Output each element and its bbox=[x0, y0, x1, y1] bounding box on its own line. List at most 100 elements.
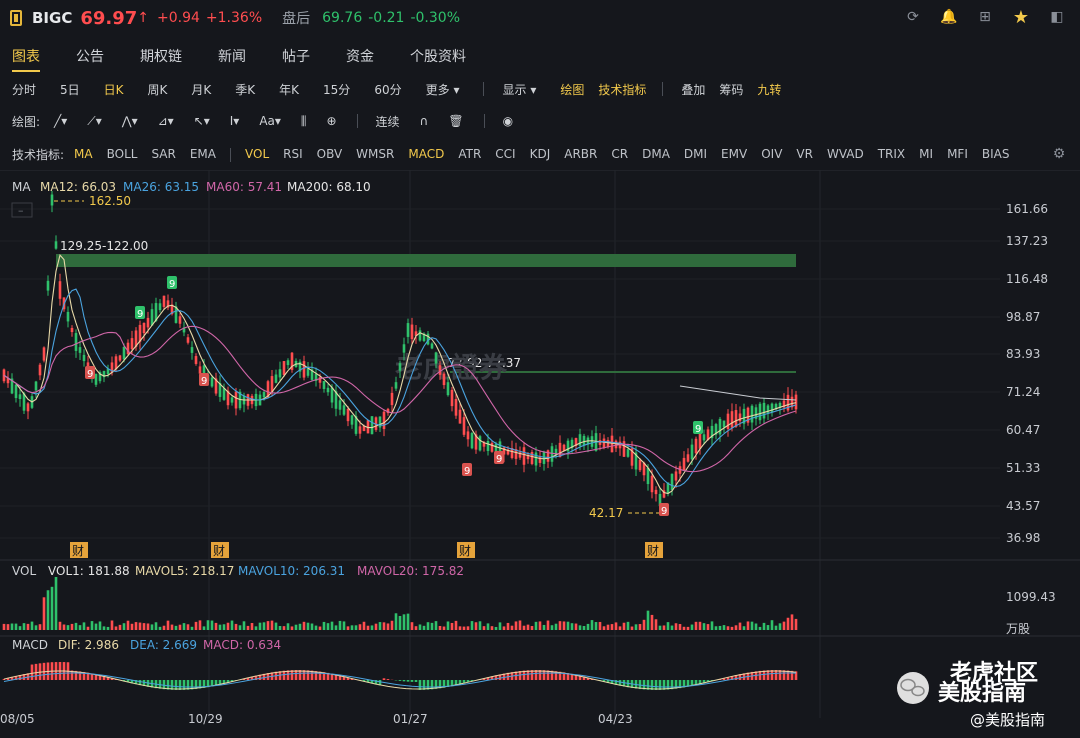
indicator-mfi[interactable]: MFI bbox=[947, 147, 968, 162]
volume-bar bbox=[478, 621, 482, 630]
indicator-kdj[interactable]: KDJ bbox=[530, 147, 551, 162]
grid-icon[interactable]: ⊞ bbox=[976, 8, 994, 26]
volume-bar bbox=[110, 620, 114, 630]
volume-bar bbox=[658, 625, 662, 630]
indicator-oiv[interactable]: OIV bbox=[761, 147, 782, 162]
indicator-vol[interactable]: VOL bbox=[245, 147, 269, 162]
candle-body bbox=[270, 376, 274, 392]
tab-news[interactable]: 新闻 bbox=[218, 38, 246, 74]
display-menu[interactable]: 显示 ▾ bbox=[502, 81, 536, 98]
indicator-dmi[interactable]: DMI bbox=[684, 147, 707, 162]
eye-icon[interactable]: ◉ bbox=[503, 114, 513, 128]
volume-bar bbox=[310, 623, 314, 630]
volume-bar bbox=[738, 622, 742, 630]
period-more[interactable]: 更多 ▾ bbox=[426, 81, 460, 98]
volume-bar bbox=[414, 626, 418, 630]
panel-icon[interactable]: ◧ bbox=[1048, 8, 1066, 26]
period-15m[interactable]: 15分 bbox=[323, 81, 350, 98]
indicator-dma[interactable]: DMA bbox=[642, 147, 670, 162]
bell-icon[interactable]: 🔔 bbox=[940, 8, 958, 26]
stock-chart[interactable]: 129.25-122.00 77.92-77.37 老虎證券 162.50 42… bbox=[0, 170, 1080, 738]
fib-tool-icon[interactable]: ⊿▾ bbox=[158, 114, 174, 128]
indicator-arbr[interactable]: ARBR bbox=[564, 147, 597, 162]
period-5d[interactable]: 5日 bbox=[60, 81, 80, 98]
arrow-tool-icon[interactable]: ↖▾ bbox=[194, 114, 210, 128]
tech-indicator-toggle[interactable]: 技术指标 bbox=[598, 81, 646, 98]
indicator-wvad[interactable]: WVAD bbox=[827, 147, 864, 162]
after-hours-change: -0.21 bbox=[368, 10, 405, 26]
tab-profile[interactable]: 个股资料 bbox=[410, 38, 466, 74]
candle-body bbox=[390, 392, 394, 406]
divider bbox=[662, 82, 664, 96]
indicator-obv[interactable]: OBV bbox=[317, 147, 343, 162]
period-60m[interactable]: 60分 bbox=[374, 81, 401, 98]
indicator-cci[interactable]: CCI bbox=[495, 147, 515, 162]
vol-legend-label: VOL bbox=[12, 564, 36, 578]
indicator-rsi[interactable]: RSI bbox=[283, 147, 303, 162]
indicator-ma[interactable]: MA bbox=[74, 147, 93, 162]
candle-body bbox=[654, 489, 658, 495]
wave-tool-icon[interactable]: ⋀▾ bbox=[122, 114, 138, 128]
period-intraday[interactable]: 分时 bbox=[12, 81, 36, 98]
text-tool-icon[interactable]: Aa▾ bbox=[259, 114, 281, 128]
indicator-boll[interactable]: BOLL bbox=[107, 147, 138, 162]
indicator-vr[interactable]: VR bbox=[796, 147, 813, 162]
settings-gear-icon[interactable]: ⚙ bbox=[1050, 145, 1068, 163]
volume-bar bbox=[598, 621, 602, 630]
text-cursor-icon[interactable]: I▾ bbox=[230, 114, 240, 128]
draw-toggle[interactable]: 绘图 bbox=[560, 81, 584, 98]
candle-body bbox=[274, 374, 278, 383]
line-tool-icon[interactable]: ╱▾ bbox=[54, 114, 67, 128]
period-weekly[interactable]: 周K bbox=[148, 81, 168, 98]
polyline-tool-icon[interactable]: ⟋▾ bbox=[87, 114, 101, 129]
period-monthly[interactable]: 月K bbox=[191, 81, 211, 98]
volume-bar bbox=[522, 625, 526, 630]
trash-icon[interactable]: 🗑 bbox=[448, 114, 463, 128]
candle-body bbox=[330, 387, 334, 403]
volume-bar bbox=[214, 622, 218, 630]
indicator-atr[interactable]: ATR bbox=[458, 147, 481, 162]
indicator-sar[interactable]: SAR bbox=[151, 147, 175, 162]
continuous-draw-toggle[interactable]: 连续 bbox=[376, 113, 400, 130]
indicator-trix[interactable]: TRIX bbox=[878, 147, 905, 162]
indicator-mi[interactable]: MI bbox=[919, 147, 933, 162]
tab-posts[interactable]: 帖子 bbox=[282, 38, 310, 74]
volume-bar bbox=[278, 625, 282, 630]
indicator-wmsr[interactable]: WMSR bbox=[356, 147, 394, 162]
volume-bar bbox=[178, 624, 182, 630]
volume-bar bbox=[246, 625, 250, 630]
indicator-macd[interactable]: MACD bbox=[408, 147, 444, 162]
volume-bar bbox=[354, 625, 358, 630]
nine-turn-button[interactable]: 九转 bbox=[757, 81, 781, 98]
tab-funds[interactable]: 资金 bbox=[346, 38, 374, 74]
volume-bar bbox=[22, 623, 26, 630]
refresh-icon[interactable]: ⟳ bbox=[904, 8, 922, 26]
indicator-emv[interactable]: EMV bbox=[721, 147, 747, 162]
volume-bar bbox=[362, 621, 366, 630]
candle-body bbox=[162, 295, 166, 307]
indicator-bias[interactable]: BIAS bbox=[982, 147, 1010, 162]
zoom-icon[interactable]: ⊕ bbox=[326, 114, 336, 128]
volume-bar bbox=[570, 623, 574, 630]
candle-tool-icon[interactable]: ⫼ bbox=[301, 114, 307, 129]
earnings-marker-label: 财 bbox=[647, 544, 659, 558]
divider bbox=[483, 114, 485, 128]
tab-chart[interactable]: 图表 bbox=[12, 38, 40, 74]
period-more-label: 更多 bbox=[425, 82, 450, 97]
period-yearly[interactable]: 年K bbox=[279, 81, 299, 98]
overlay-button[interactable]: 叠加 bbox=[681, 81, 705, 98]
indicator-ema[interactable]: EMA bbox=[190, 147, 216, 162]
tab-announcements[interactable]: 公告 bbox=[76, 38, 104, 74]
chips-button[interactable]: 筹码 bbox=[719, 81, 743, 98]
mavol10-legend: MAVOL10: 206.31 bbox=[238, 564, 345, 578]
star-icon[interactable]: ★ bbox=[1012, 7, 1030, 28]
period-daily[interactable]: 日K bbox=[104, 81, 124, 98]
volume-bar bbox=[330, 621, 334, 630]
candle-body bbox=[370, 416, 374, 435]
magnet-icon[interactable]: ∩ bbox=[420, 114, 429, 128]
volume-bar bbox=[30, 621, 34, 630]
price-axis-label: 60.47 bbox=[1006, 423, 1040, 437]
indicator-cr[interactable]: CR bbox=[611, 147, 628, 162]
tab-options[interactable]: 期权链 bbox=[140, 38, 182, 74]
period-quarterly[interactable]: 季K bbox=[235, 81, 255, 98]
